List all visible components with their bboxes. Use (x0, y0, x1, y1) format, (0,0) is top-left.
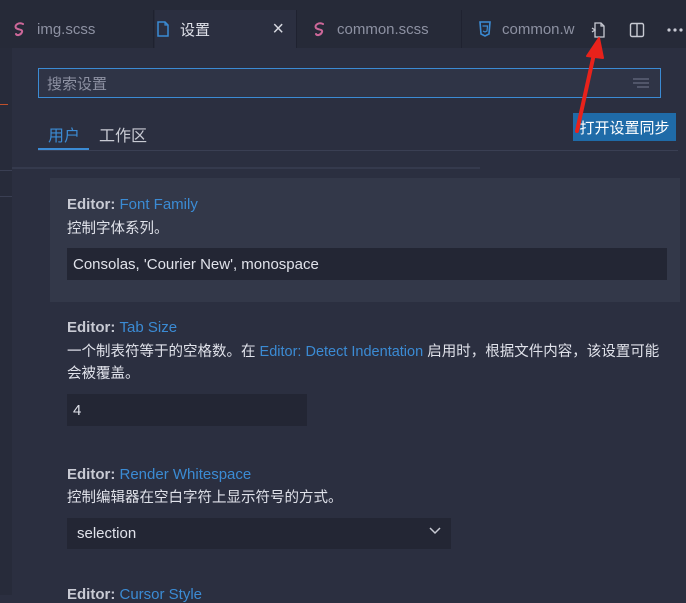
divider (38, 150, 678, 151)
editor-gutter (0, 48, 12, 595)
sass-icon (12, 21, 28, 37)
font-family-input[interactable]: Consolas, 'Courier New', monospace (67, 248, 667, 280)
close-icon[interactable]: × (272, 19, 284, 39)
split-editor-icon[interactable] (626, 19, 648, 41)
open-settings-sync-button[interactable]: 打开设置同步 (573, 113, 676, 141)
editor-actions (588, 18, 686, 42)
search-settings-box[interactable] (38, 68, 661, 99)
scope-tab-user[interactable]: 用户 (48, 122, 80, 146)
filter-icon[interactable] (632, 77, 650, 89)
editor-tab-bar: img.scss 设置 × common.scss common.w (0, 0, 686, 48)
sass-icon (312, 21, 328, 37)
search-input[interactable] (45, 69, 639, 99)
tab-label: img.scss (37, 20, 96, 38)
tab-img-scss[interactable]: img.scss (12, 10, 154, 48)
render-whitespace-select[interactable]: selection (67, 518, 451, 549)
divider (12, 167, 480, 169)
setting-description: 控制字体系列。 (67, 221, 169, 237)
chevron-down-icon (429, 527, 441, 535)
tab-common-css[interactable]: common.w (463, 10, 583, 48)
setting-title-tab-size: Editor: Tab Size (67, 319, 178, 336)
setting-description: 一个制表符等于的空格数。在 Editor: Detect Indentation… (67, 344, 660, 382)
tab-label: common.w (502, 20, 575, 38)
setting-title-font-family: Editor: Font Family (67, 196, 198, 213)
detect-indentation-link[interactable]: Editor: Detect Indentation (260, 344, 424, 360)
tab-common-scss[interactable]: common.scss (298, 10, 462, 48)
setting-description: 控制编辑器在空白字符上显示符号的方式。 (67, 490, 343, 506)
scope-tab-workspace[interactable]: 工作区 (99, 122, 147, 146)
file-icon (155, 21, 171, 37)
more-actions-icon[interactable] (664, 19, 686, 41)
setting-title-render-whitespace: Editor: Render Whitespace (67, 466, 252, 483)
tab-label: common.scss (337, 20, 429, 38)
css-icon (477, 21, 493, 37)
tab-size-input[interactable]: 4 (67, 394, 307, 426)
open-settings-json-icon[interactable] (588, 19, 610, 41)
tab-settings[interactable]: 设置 × (155, 10, 297, 48)
tab-label: 设置 (180, 21, 211, 39)
